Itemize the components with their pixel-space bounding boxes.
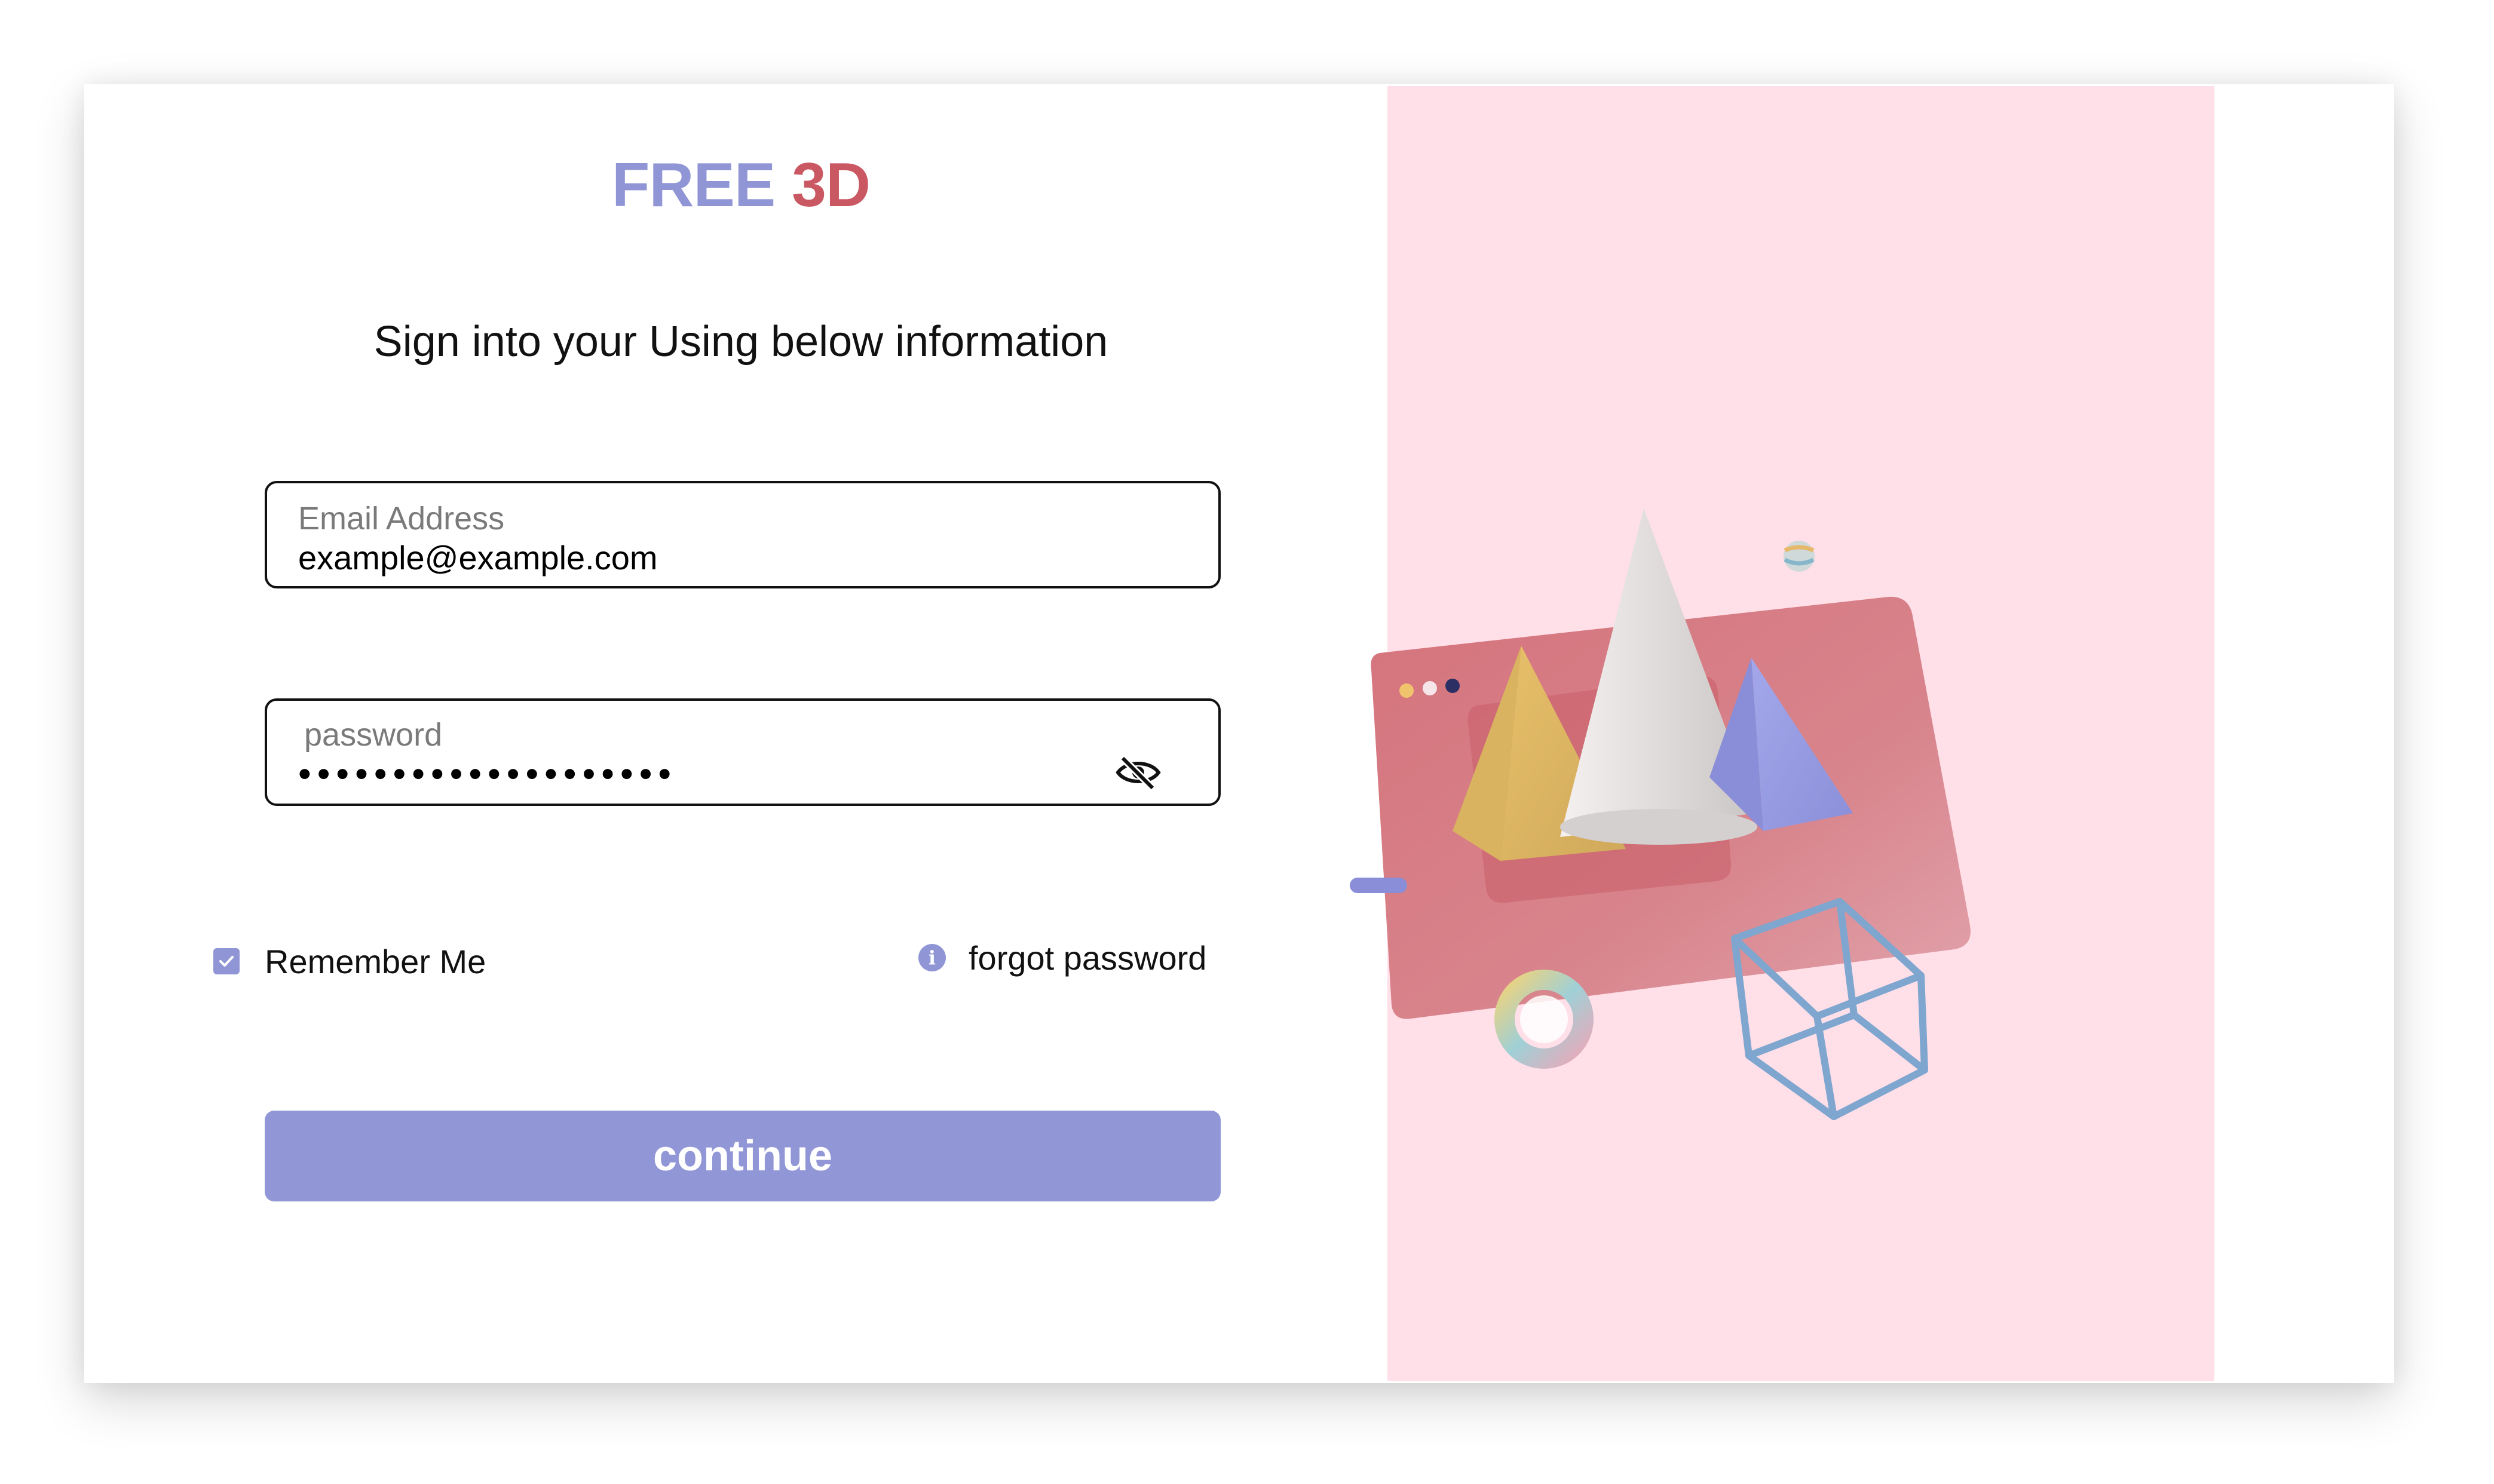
- info-icon: i: [918, 944, 946, 971]
- password-field[interactable]: password ••••••••••••••••••••: [265, 698, 1221, 806]
- forgot-password-link[interactable]: i forgot password: [918, 934, 1206, 982]
- email-input[interactable]: example@example.com: [298, 538, 658, 577]
- white-cone-base: [1560, 809, 1757, 845]
- brand-word-free: FREE: [611, 151, 776, 220]
- check-icon: [219, 956, 234, 967]
- password-label: password: [304, 717, 443, 753]
- email-label: Email Address: [298, 501, 505, 536]
- email-field[interactable]: Email Address example@example.com: [265, 481, 1221, 588]
- purple-bar: [1350, 878, 1407, 893]
- remember-me-checkbox[interactable]: [213, 948, 240, 974]
- 3d-illustration: [1350, 508, 1971, 1120]
- ring-hole: [1520, 995, 1568, 1043]
- remember-me-label: Remember Me: [265, 942, 486, 980]
- remember-me[interactable]: Remember Me: [213, 937, 486, 985]
- login-card: FREE 3D Sign into your Using below infor…: [84, 84, 2394, 1383]
- page-background: FREE 3D Sign into your Using below infor…: [0, 0, 2494, 1484]
- window-dot-yellow: [1399, 683, 1414, 698]
- window-dot-navy: [1445, 679, 1460, 693]
- window-dot-white: [1423, 681, 1437, 695]
- brand-word-3d: 3D: [792, 151, 871, 220]
- brand-logo: FREE 3D: [84, 150, 1398, 221]
- password-input[interactable]: ••••••••••••••••••••: [298, 756, 677, 793]
- forgot-password-label[interactable]: forgot password: [969, 939, 1206, 977]
- page-subtitle: Sign into your Using below information: [373, 318, 1108, 366]
- eye-off-icon[interactable]: [1116, 755, 1161, 790]
- continue-button[interactable]: continue: [265, 1111, 1221, 1201]
